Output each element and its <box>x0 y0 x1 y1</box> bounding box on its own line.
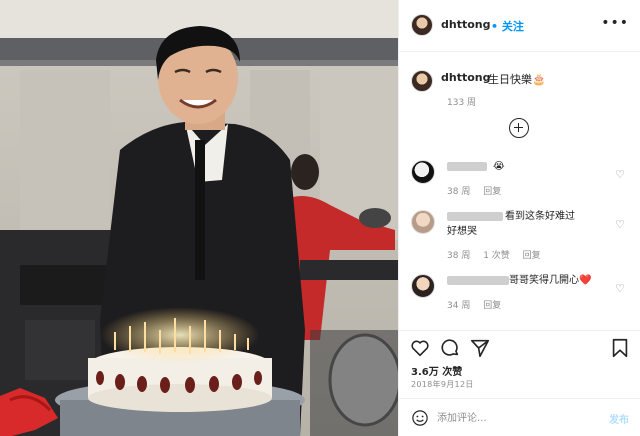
reply-button[interactable]: 回复 <box>483 187 501 197</box>
birthday-photo-image <box>0 0 398 436</box>
load-more-comments-icon[interactable] <box>509 118 529 138</box>
author-username[interactable]: dhttong <box>441 18 490 31</box>
more-options-icon[interactable]: ••• <box>601 16 629 30</box>
post-header: dhttong • 关注 ••• <box>399 0 640 52</box>
emoji-smiley-icon[interactable] <box>411 409 429 427</box>
comment-bubble-icon[interactable] <box>439 337 461 359</box>
post-date: 2018年9月12日 <box>411 380 474 389</box>
reply-button[interactable]: 回复 <box>523 251 541 261</box>
save-bookmark-icon[interactable] <box>609 337 631 359</box>
comment-meta: 38 周 回复 <box>447 184 511 197</box>
comment-text: 看到这条好难过好想哭 <box>447 211 575 237</box>
follow-button[interactable]: • 关注 <box>491 18 524 34</box>
comment-time: 38 周 <box>447 187 471 197</box>
commenter-username-blurred[interactable] <box>447 276 509 285</box>
commenter-avatar[interactable] <box>411 210 435 234</box>
likes-count[interactable]: 3.6万 次赞 <box>411 363 462 378</box>
commenter-avatar[interactable] <box>411 160 435 184</box>
comment-like-heart-icon[interactable]: ♡ <box>615 218 625 231</box>
caption-timestamp: 133 周 <box>447 98 477 108</box>
caption-text: 生日快樂🎂 <box>488 73 546 86</box>
comment-text: 哥哥笑得几開心❤️ <box>509 275 592 286</box>
comment-meta: 38 周 1 次赞 回复 <box>447 248 551 261</box>
post-actions: 3.6万 次赞 2018年9月12日 <box>399 330 640 390</box>
comment-like-heart-icon[interactable]: ♡ <box>615 282 625 295</box>
post-comment-button[interactable]: 发布 <box>609 411 629 426</box>
comment-time: 34 周 <box>447 301 471 311</box>
caption-avatar[interactable] <box>411 70 433 92</box>
commenter-avatar[interactable] <box>411 274 435 298</box>
like-heart-icon[interactable] <box>409 337 431 359</box>
reply-button[interactable]: 回复 <box>483 301 501 311</box>
caption-username[interactable]: dhttong <box>441 71 490 84</box>
commenter-username-blurred[interactable] <box>447 162 487 171</box>
comment-like-heart-icon[interactable]: ♡ <box>615 168 625 181</box>
share-send-icon[interactable] <box>469 337 491 359</box>
comment-likes[interactable]: 1 次赞 <box>483 251 510 261</box>
post-photo[interactable] <box>0 0 398 436</box>
author-avatar[interactable] <box>411 14 433 36</box>
post-caption: dhttong 生日快樂🎂 133 周 <box>399 62 640 112</box>
add-comment-bar: 发布 <box>399 398 640 436</box>
comment-meta: 34 周 回复 <box>447 298 511 311</box>
comment-input[interactable] <box>437 410 587 426</box>
comment-text: 😭 <box>493 161 505 172</box>
comment-time: 38 周 <box>447 251 471 261</box>
post-side-panel: dhttong • 关注 ••• dhttong 生日快樂🎂 133 周 😭 3… <box>398 0 640 436</box>
